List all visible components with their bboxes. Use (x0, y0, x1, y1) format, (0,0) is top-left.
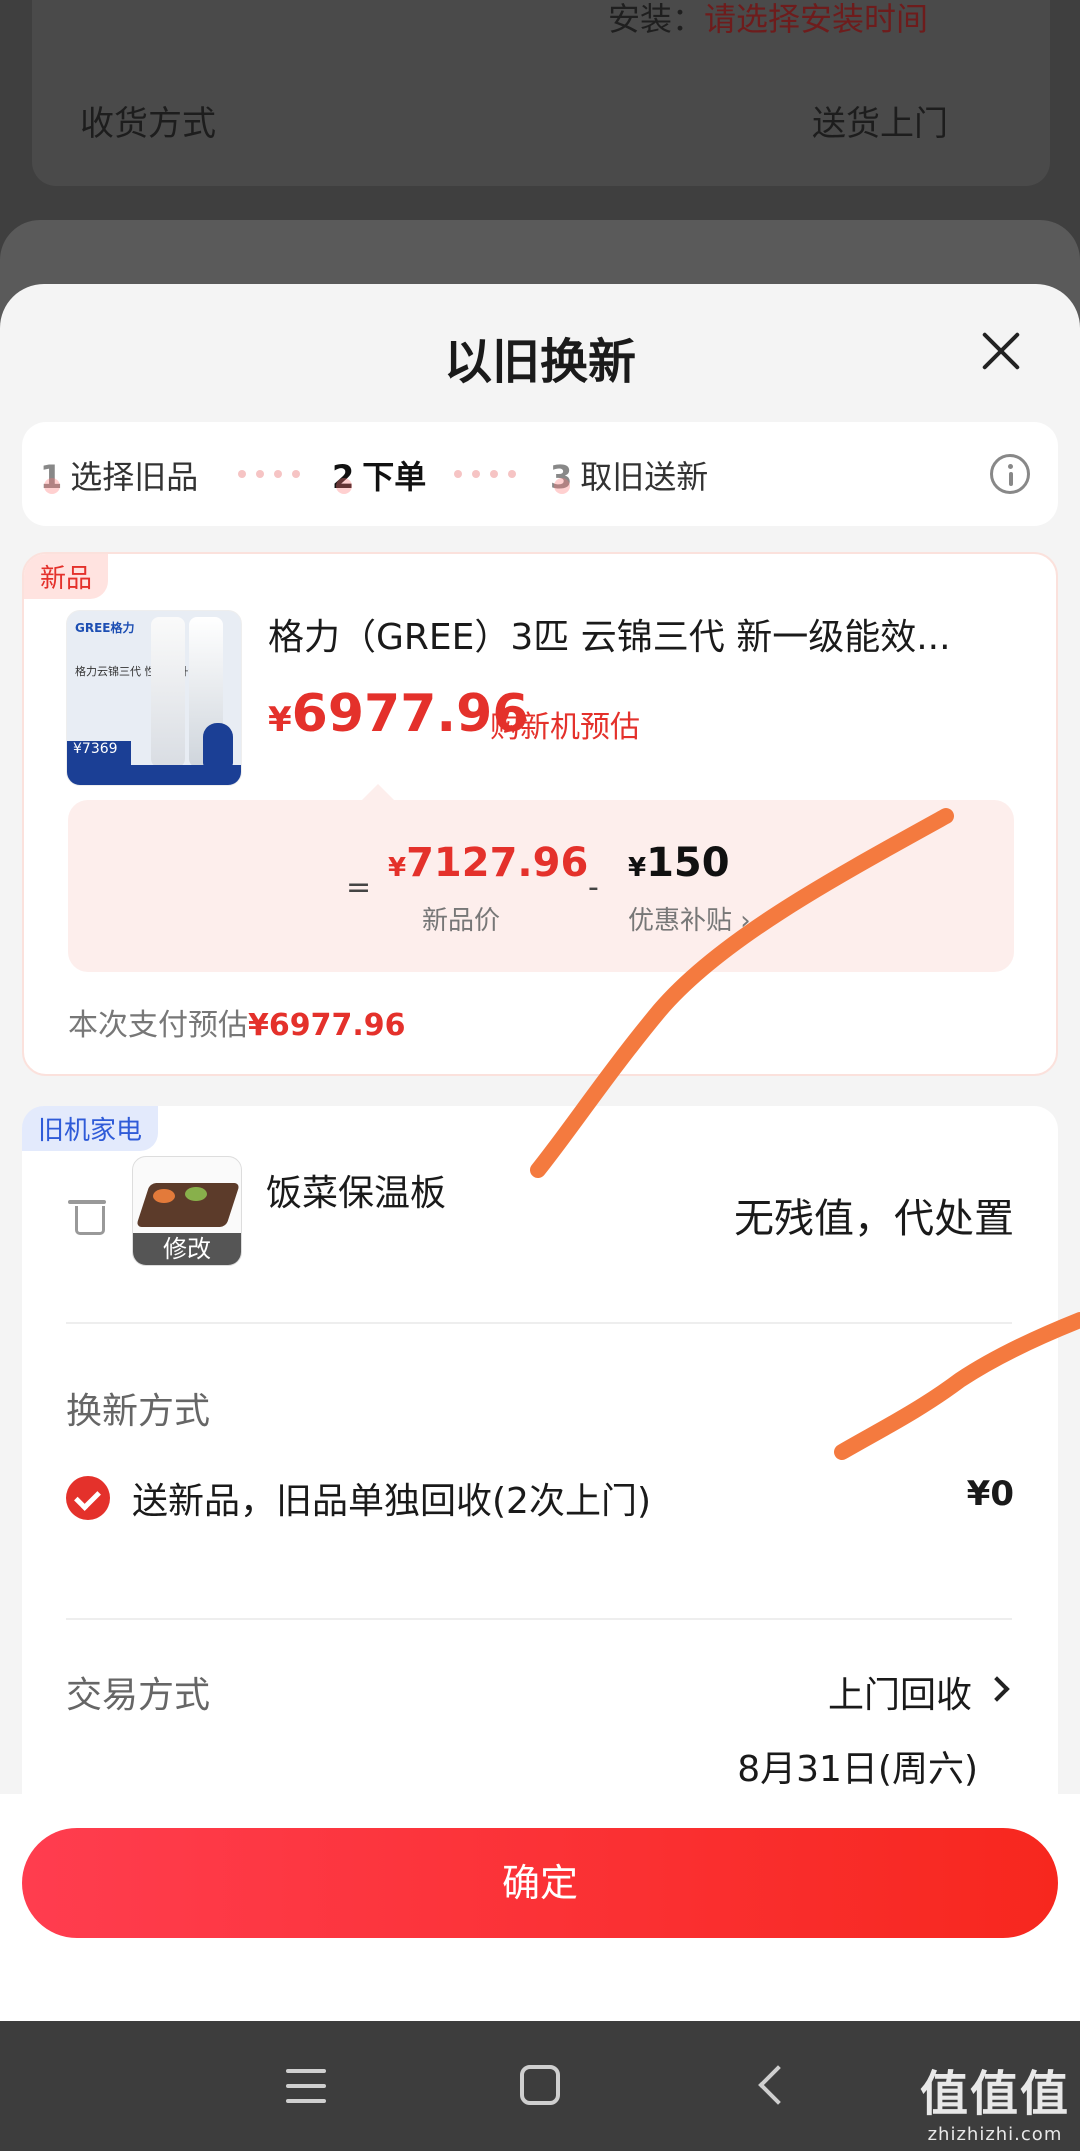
exchange-method-option[interactable]: 送新品，旧品单独回收(2次上门) (132, 1472, 651, 1524)
pickup-date[interactable]: 8月31日(周六) (737, 1740, 978, 1792)
step-connector (238, 470, 300, 478)
price-breakdown: = ¥7127.96 新品价 - ¥150 优惠补贴 › (68, 784, 1014, 972)
subsidy-amount: ¥150 (628, 840, 730, 886)
step-1: 1 选择旧品 (40, 452, 198, 498)
watermark-logo: 值值值 zhizhizhi.com (920, 2054, 1070, 2145)
step-2: 2 下单 (332, 452, 426, 498)
install-value: 请选择安装时间 (704, 0, 929, 38)
checkmark-icon[interactable] (66, 1476, 110, 1520)
old-product-value: 无残值，代处置 (734, 1196, 1014, 1242)
step-1-label: 选择旧品 (70, 458, 199, 496)
divider (66, 1618, 1012, 1620)
old-product-image[interactable]: 修改 (132, 1156, 242, 1266)
step-3-number: 3 (550, 458, 573, 496)
step-connector (454, 470, 516, 478)
watermark-site: zhizhizhi.com (927, 2124, 1063, 2145)
step-1-number: 1 (40, 458, 63, 496)
shipping-method-label: 收货方式 (80, 104, 216, 144)
payment-estimate: 本次支付预估¥6977.96 (68, 1000, 406, 1044)
confirm-button[interactable]: 确定 (22, 1828, 1058, 1938)
subsidy-link[interactable]: 优惠补贴 › (628, 900, 751, 937)
product-image-brand: GREE格力 (75, 621, 135, 635)
shipping-method-value: 送货上门 (812, 104, 948, 144)
background-install-row: 安装：请选择安装时间 (608, 0, 928, 40)
old-product-name: 饭菜保温板 (266, 1173, 447, 1214)
new-product-tag: 新品 (24, 554, 109, 599)
step-2-label: 下单 (362, 458, 427, 496)
estimated-price-note: 购新机预估 (490, 710, 640, 745)
watermark-logo-text: 值值值 (919, 2066, 1070, 2122)
home-icon[interactable] (520, 2065, 560, 2105)
step-indicator: 1 选择旧品 2 下单 3 取旧送新 (22, 422, 1058, 526)
sheet-title: 以旧换新 (443, 334, 636, 390)
exchange-method-label: 换新方式 (66, 1391, 211, 1432)
install-label: 安装： (608, 0, 705, 38)
trade-in-sheet: 以旧换新 1 选择旧品 2 下单 3 取旧送新 新品 GREE格力 格力云锦三代 性能… (0, 284, 1080, 2021)
equals-sign: = (346, 870, 372, 905)
product-image-price-tag: ¥7369 (67, 741, 131, 767)
recent-apps-icon[interactable] (286, 2069, 326, 2103)
product-image[interactable]: GREE格力 格力云锦三代 性能新升级 ¥7369 (66, 610, 242, 786)
subsidy-value: 150 (646, 840, 730, 886)
old-appliance-tag: 旧机家电 (22, 1106, 159, 1151)
payment-estimate-value: ¥6977.96 (248, 1008, 406, 1043)
modify-button[interactable]: 修改 (133, 1233, 241, 1265)
close-icon[interactable] (980, 330, 1022, 372)
system-navigation-bar: 值值值 zhizhizhi.com (0, 2021, 1080, 2151)
info-icon[interactable] (990, 454, 1030, 494)
currency-symbol: ¥ (628, 853, 647, 883)
chevron-right-icon[interactable] (984, 1676, 1010, 1702)
exchange-method-price: ¥0 (966, 1474, 1014, 1514)
currency-symbol: ¥ (388, 853, 407, 883)
divider (66, 1322, 1012, 1324)
step-2-number: 2 (332, 458, 355, 496)
trash-icon[interactable] (68, 1198, 106, 1235)
currency-symbol: ¥ (268, 700, 292, 740)
back-icon[interactable] (758, 2065, 798, 2105)
new-product-price-label: 新品价 (422, 906, 501, 936)
bottom-action-bar: 确定 (0, 1794, 1080, 2021)
step-3-label: 取旧送新 (580, 458, 709, 496)
minus-sign: - (588, 870, 599, 905)
trade-method-label: 交易方式 (66, 1675, 211, 1716)
new-product-price: ¥7127.96 (388, 840, 588, 886)
step-3: 3 取旧送新 (550, 452, 708, 498)
new-product-price-value: 7127.96 (406, 840, 589, 886)
product-name[interactable]: 格力（GREE）3匹 云锦三代 新一级能效... (268, 608, 1028, 660)
new-product-card: 新品 GREE格力 格力云锦三代 性能新升级 ¥7369 格力（GREE）3匹 … (22, 552, 1058, 1076)
payment-estimate-label: 本次支付预估 (68, 1008, 248, 1043)
trade-method-value[interactable]: 上门回收 (828, 1666, 972, 1718)
